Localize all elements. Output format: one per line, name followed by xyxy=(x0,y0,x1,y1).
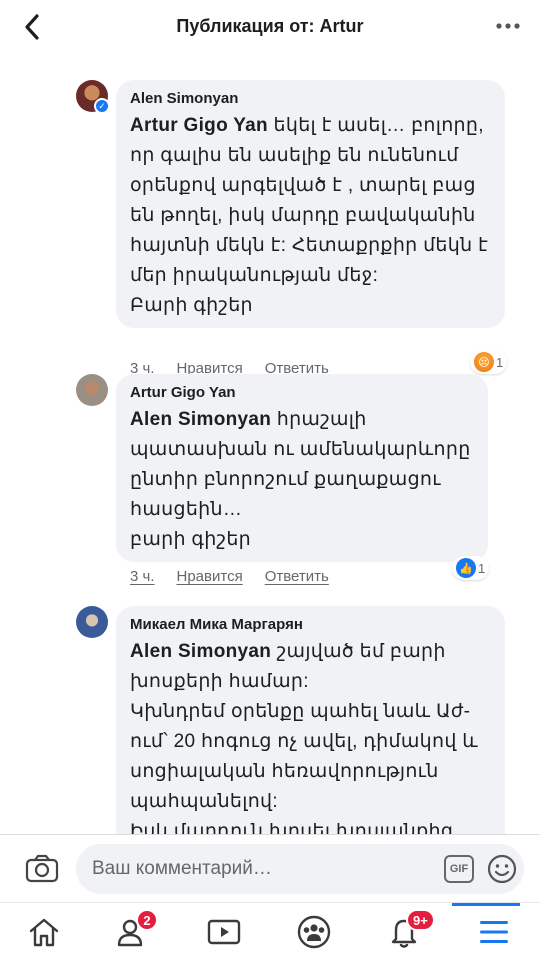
camera-button[interactable] xyxy=(24,853,60,885)
nav-home[interactable] xyxy=(24,913,64,951)
nav-menu[interactable] xyxy=(474,913,514,951)
gif-button[interactable]: GIF xyxy=(444,855,474,883)
mention-link[interactable]: Alen Simonyan xyxy=(130,641,271,662)
avatar[interactable] xyxy=(76,374,108,406)
reaction-summary[interactable]: 👍 1 xyxy=(452,556,490,580)
comment-text: Alen Simonyan հրաշալի պատասխան ու ամենակա… xyxy=(130,409,471,550)
mention-link[interactable]: Alen Simonyan xyxy=(130,409,271,430)
comment-actions: 3 ч. Нравится Ответить xyxy=(130,568,329,585)
bottom-navigation: 2 9+ xyxy=(0,902,540,960)
mention-link[interactable]: Artur Gigo Yan xyxy=(130,115,268,136)
page-title: Публикация от: Artur xyxy=(176,16,364,36)
menu-icon xyxy=(480,921,508,943)
notifications-badge: 9+ xyxy=(406,909,435,931)
reply-link[interactable]: Ответить xyxy=(265,568,329,585)
like-reaction-icon: 👍 xyxy=(456,558,476,578)
active-tab-indicator xyxy=(452,903,520,906)
comment-author[interactable]: Микаел Мика Маргарян xyxy=(130,616,491,633)
video-play-icon xyxy=(207,919,241,945)
home-icon xyxy=(29,918,59,947)
friends-badge: 2 xyxy=(136,909,158,931)
more-button[interactable] xyxy=(494,14,522,38)
comment-bubble[interactable]: Artur Gigo Yan Alen Simonyan հրաշալի պատա… xyxy=(116,374,488,562)
top-bar: Публикация от: Artur xyxy=(0,0,540,54)
comment-text: Artur Gigo Yan եկել է ասել… բոլորը, որ գա… xyxy=(130,115,489,316)
reaction-summary[interactable]: ☹ 1 xyxy=(470,350,508,374)
nav-watch[interactable] xyxy=(204,913,244,951)
comment-bubble[interactable]: Alen Simonyan Artur Gigo Yan եկել է ասել… xyxy=(116,80,505,328)
nav-groups[interactable] xyxy=(294,913,334,951)
more-dots-icon xyxy=(496,23,520,29)
comments-feed: ✓ Alen Simonyan Artur Gigo Yan եկել է աս… xyxy=(0,54,540,834)
avatar[interactable] xyxy=(76,606,108,638)
camera-icon xyxy=(25,854,59,883)
smiley-icon xyxy=(487,854,517,884)
comment-text: Alen Simonyan շայված եմ բարի խոսքերի համա… xyxy=(130,641,478,834)
comment-author[interactable]: Alen Simonyan xyxy=(130,90,491,107)
comment-composer: Ваш комментарий… GIF xyxy=(0,834,540,902)
nav-friends[interactable]: 2 xyxy=(114,909,158,951)
emoji-button[interactable] xyxy=(486,853,518,885)
like-link[interactable]: Нравится xyxy=(177,568,243,585)
verified-icon: ✓ xyxy=(94,98,110,114)
groups-icon xyxy=(297,915,331,949)
angry-reaction-icon: ☹ xyxy=(474,352,494,372)
nav-notifications[interactable]: 9+ xyxy=(384,909,435,951)
comment-bubble[interactable]: Микаел Мика Маргарян Alen Simonyan շայվա… xyxy=(116,606,505,834)
timestamp[interactable]: 3 ч. xyxy=(130,568,155,585)
comment-author[interactable]: Artur Gigo Yan xyxy=(130,384,474,401)
